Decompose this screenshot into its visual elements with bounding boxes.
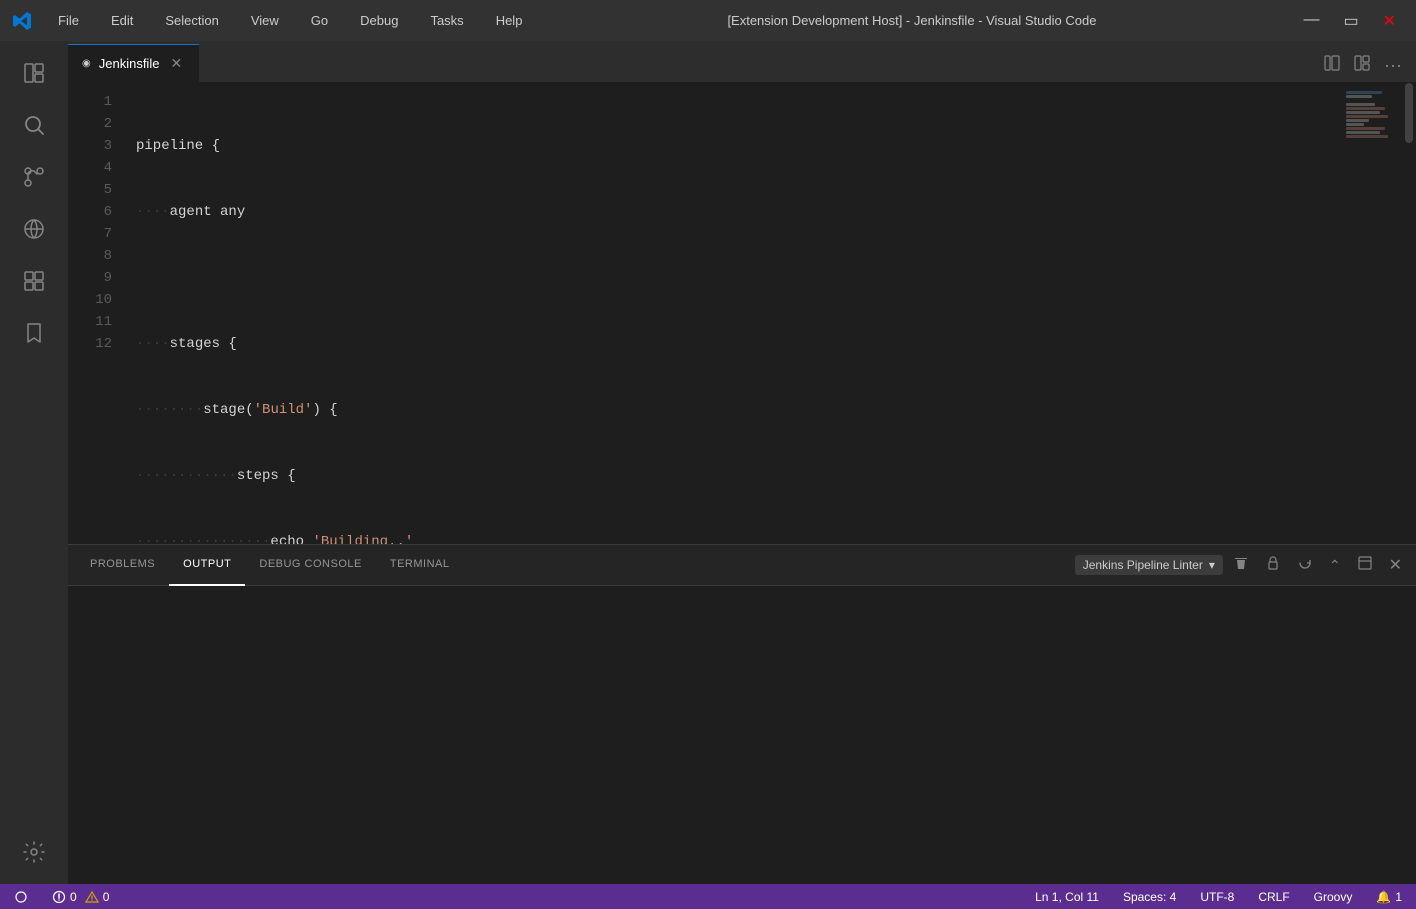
window-title: [Extension Development Host] - Jenkinsfi… xyxy=(548,13,1275,28)
activity-explorer-icon[interactable] xyxy=(10,49,58,97)
position-label: Ln 1, Col 11 xyxy=(1035,890,1099,904)
code-content[interactable]: pipeline { ····agent any ····stages { ··… xyxy=(128,83,1342,544)
code-line-2: ····agent any xyxy=(136,201,1342,223)
line-numbers: 1 2 3 4 5 6 7 8 9 10 11 12 xyxy=(68,83,128,544)
error-count: 0 xyxy=(70,890,77,904)
panel-maximize-icon[interactable] xyxy=(1351,552,1379,579)
code-line-3 xyxy=(136,267,1342,289)
code-line-1: pipeline { xyxy=(136,135,1342,157)
panel-chevron-up-icon[interactable]: ⌃ xyxy=(1323,554,1347,577)
minimap xyxy=(1342,83,1402,544)
panel-tab-terminal[interactable]: TERMINAL xyxy=(376,545,464,586)
panel-tab-bar: PROBLEMS OUTPUT DEBUG CONSOLE TERMINAL J… xyxy=(68,545,1416,586)
menu-edit[interactable]: Edit xyxy=(105,9,139,32)
status-bar: 0 0 Ln 1, Col 11 Spaces: 4 UTF-8 CRLF Gr… xyxy=(0,884,1416,909)
title-bar: File Edit Selection View Go Debug Tasks … xyxy=(0,0,1416,41)
close-button[interactable]: ✕ xyxy=(1375,9,1404,33)
panel-output-content xyxy=(68,586,1416,884)
tab-bar: ◉ Jenkinsfile ✕ · xyxy=(68,41,1416,83)
warning-count: 0 xyxy=(103,890,110,904)
panel-clear-icon[interactable] xyxy=(1227,552,1255,579)
maximize-button[interactable]: ▭ xyxy=(1335,9,1366,33)
status-notifications[interactable]: 🔔 1 xyxy=(1370,884,1408,909)
status-remote-icon[interactable] xyxy=(8,884,34,909)
panel-actions: Jenkins Pipeline Linter ▾ xyxy=(1075,552,1408,579)
tab-layout-icon[interactable] xyxy=(1348,53,1376,78)
activity-bookmarks-icon[interactable] xyxy=(10,309,58,357)
spaces-label: Spaces: 4 xyxy=(1123,890,1176,904)
menu-view[interactable]: View xyxy=(245,9,285,32)
panel-tab-problems[interactable]: PROBLEMS xyxy=(76,545,169,586)
minimize-button[interactable]: — xyxy=(1295,9,1327,33)
tab-split-editor-icon[interactable] xyxy=(1318,53,1346,78)
code-editor[interactable]: 1 2 3 4 5 6 7 8 9 10 11 12 pipeline { ··… xyxy=(68,83,1416,544)
output-source-label: Jenkins Pipeline Linter xyxy=(1083,558,1203,572)
tab-dirty-icon: ◉ xyxy=(82,58,91,69)
activity-bar xyxy=(0,41,68,884)
tab-actions: ··· xyxy=(1318,53,1416,82)
scroll-thumb[interactable] xyxy=(1405,83,1413,143)
status-encoding[interactable]: UTF-8 xyxy=(1194,884,1240,909)
editor-area: ◉ Jenkinsfile ✕ · xyxy=(68,41,1416,884)
menu-help[interactable]: Help xyxy=(490,9,529,32)
activity-extensions-icon[interactable] xyxy=(10,257,58,305)
output-source-dropdown[interactable]: Jenkins Pipeline Linter ▾ xyxy=(1075,555,1223,575)
panel-tab-debug-console[interactable]: DEBUG CONSOLE xyxy=(245,545,375,586)
vscode-logo-icon xyxy=(12,11,32,31)
panel-lock-icon[interactable] xyxy=(1259,552,1287,579)
main-area: ◉ Jenkinsfile ✕ · xyxy=(0,41,1416,884)
activity-search-icon[interactable] xyxy=(10,101,58,149)
dropdown-arrow-icon: ▾ xyxy=(1209,558,1215,572)
panel-refresh-icon[interactable] xyxy=(1291,552,1319,579)
menu-selection[interactable]: Selection xyxy=(159,9,224,32)
code-line-5: ········stage('Build') { xyxy=(136,399,1342,421)
tab-close-button[interactable]: ✕ xyxy=(167,54,185,73)
menu-go[interactable]: Go xyxy=(305,9,334,32)
notification-count: 1 xyxy=(1395,890,1402,904)
status-position[interactable]: Ln 1, Col 11 xyxy=(1029,884,1105,909)
status-errors[interactable]: 0 0 xyxy=(46,884,115,909)
menu-debug[interactable]: Debug xyxy=(354,9,404,32)
menu-tasks[interactable]: Tasks xyxy=(424,9,469,32)
tab-jenkinsfile[interactable]: ◉ Jenkinsfile ✕ xyxy=(68,44,199,82)
status-line-ending[interactable]: CRLF xyxy=(1252,884,1295,909)
window-controls: — ▭ ✕ xyxy=(1295,9,1404,33)
notification-bell-icon: 🔔 xyxy=(1376,890,1391,904)
status-spaces[interactable]: Spaces: 4 xyxy=(1117,884,1182,909)
line-ending-label: CRLF xyxy=(1258,890,1289,904)
vertical-scrollbar[interactable] xyxy=(1402,83,1416,544)
code-line-6: ············steps { xyxy=(136,465,1342,487)
tab-label: Jenkinsfile xyxy=(99,56,160,71)
activity-settings-icon[interactable] xyxy=(10,828,58,876)
activity-source-control-icon[interactable] xyxy=(10,153,58,201)
encoding-label: UTF-8 xyxy=(1200,890,1234,904)
language-label: Groovy xyxy=(1314,890,1353,904)
activity-remote-icon[interactable] xyxy=(10,205,58,253)
panel-close-icon[interactable]: ✕ xyxy=(1383,552,1408,578)
menu-file[interactable]: File xyxy=(52,9,85,32)
tab-more-actions-icon[interactable]: ··· xyxy=(1378,53,1408,78)
output-panel: PROBLEMS OUTPUT DEBUG CONSOLE TERMINAL J… xyxy=(68,544,1416,884)
code-line-4: ····stages { xyxy=(136,333,1342,355)
status-language[interactable]: Groovy xyxy=(1308,884,1359,909)
code-line-7: ················echo 'Building..' xyxy=(136,531,1342,544)
panel-tab-output[interactable]: OUTPUT xyxy=(169,545,245,586)
